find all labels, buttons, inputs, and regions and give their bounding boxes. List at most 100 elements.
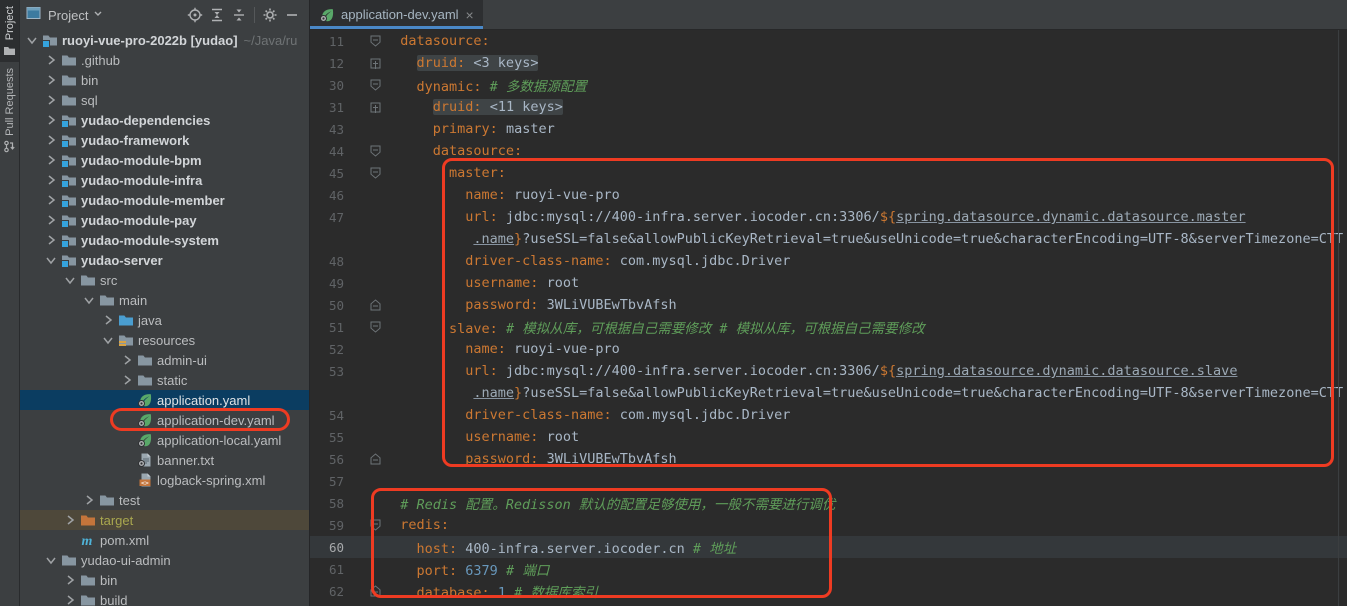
code-line-wrap[interactable]: .name}?useSSL=false&allowPublicKeyRetrie… (310, 228, 1347, 250)
code-line-53[interactable]: 53 url: jdbc:mysql://400-infra.server.io… (310, 360, 1347, 382)
chevron-right-icon[interactable] (41, 192, 60, 208)
tree-item-java[interactable]: java (20, 310, 309, 330)
code-text[interactable]: slave: # 模拟从库，可根据自己需要修改 # 模拟从库，可根据自己需要修改 (384, 317, 925, 337)
code-line-54[interactable]: 54 driver-class-name: com.mysql.jdbc.Dri… (310, 404, 1347, 426)
code-line-62[interactable]: 62 database: 1 # 数据库索引 (310, 580, 1347, 602)
tree-item-sql[interactable]: sql (20, 90, 309, 110)
tool-window-button-project[interactable]: Project (0, 0, 19, 62)
fold-collapse-icon[interactable] (344, 321, 384, 333)
code-text[interactable]: url: jdbc:mysql://400-infra.server.iocod… (384, 209, 1246, 225)
chevron-right-icon[interactable] (41, 52, 60, 68)
code-text[interactable]: password: 3WLiVUBEwTbvAfsh (384, 451, 677, 467)
code-line-61[interactable]: 61 port: 6379 # 端口 (310, 558, 1347, 580)
code-text[interactable]: username: root (384, 429, 579, 445)
chevron-right-icon[interactable] (79, 492, 98, 508)
tree-item-yudao-module-member[interactable]: yudao-module-member (20, 190, 309, 210)
code-text[interactable]: name: ruoyi-vue-pro (384, 187, 620, 203)
code-line-49[interactable]: 49 username: root (310, 272, 1347, 294)
code-text[interactable]: port: 6379 # 端口 (384, 559, 549, 579)
tree-item-banner.txt[interactable]: banner.txt (20, 450, 309, 470)
editor-scrollbar[interactable] (1338, 30, 1339, 606)
code-line-47[interactable]: 47 url: jdbc:mysql://400-infra.server.io… (310, 206, 1347, 228)
tree-item-application-dev.yaml[interactable]: application-dev.yaml (20, 410, 309, 430)
tree-item-yudao-module-infra[interactable]: yudao-module-infra (20, 170, 309, 190)
chevron-down-icon[interactable] (79, 292, 98, 308)
locate-button[interactable] (184, 4, 206, 26)
tree-item-application.yaml[interactable]: application.yaml (20, 390, 309, 410)
chevron-right-icon[interactable] (117, 352, 136, 368)
code-text[interactable]: druid: <3 keys> (384, 55, 538, 71)
code-text[interactable]: primary: master (384, 121, 555, 137)
fold-collapse-icon[interactable] (344, 145, 384, 157)
code-line-57[interactable]: 57 (310, 470, 1347, 492)
code-text[interactable]: username: root (384, 275, 579, 291)
code-text[interactable]: datasource: (384, 143, 522, 159)
chevron-right-icon[interactable] (41, 232, 60, 248)
chevron-right-icon[interactable] (41, 132, 60, 148)
project-panel-title[interactable]: Project (48, 8, 88, 23)
chevron-right-icon[interactable] (60, 572, 79, 588)
code-line-30[interactable]: 30 dynamic: # 多数据源配置 (310, 74, 1347, 96)
code-text[interactable]: redis: (384, 517, 449, 533)
chevron-right-icon[interactable] (98, 312, 117, 328)
tree-item-.github[interactable]: .github (20, 50, 309, 70)
code-line-55[interactable]: 55 username: root (310, 426, 1347, 448)
code-line-59[interactable]: 59 redis: (310, 514, 1347, 536)
tree-item-src[interactable]: src (20, 270, 309, 290)
tree-item-logback-spring.xml[interactable]: <>logback-spring.xml (20, 470, 309, 490)
minus-button[interactable] (281, 4, 303, 26)
chevron-right-icon[interactable] (41, 172, 60, 188)
code-text[interactable]: password: 3WLiVUBEwTbvAfsh (384, 297, 677, 313)
chevron-right-icon[interactable] (41, 92, 60, 108)
expand-all-button[interactable] (206, 4, 228, 26)
chevron-right-icon[interactable] (41, 112, 60, 128)
code-line-51[interactable]: 51 slave: # 模拟从库，可根据自己需要修改 # 模拟从库，可根据自己需… (310, 316, 1347, 338)
property-reference-link[interactable]: .name (473, 231, 514, 247)
chevron-right-icon[interactable] (60, 592, 79, 606)
dropdown-arrow-icon[interactable] (92, 6, 104, 24)
code-text[interactable]: datasource: (384, 33, 490, 49)
fold-collapse-icon[interactable] (344, 167, 384, 179)
tree-item-yudao-ui-admin[interactable]: yudao-ui-admin (20, 550, 309, 570)
tree-item-ruoyi-vue-pro-2022b-yudao-[interactable]: ruoyi-vue-pro-2022b [yudao]~/Java/ru (20, 30, 309, 50)
code-text[interactable]: # Redis 配置。Redisson 默认的配置足够使用，一般不需要进行调优 (384, 493, 835, 513)
tree-item-admin-ui[interactable]: admin-ui (20, 350, 309, 370)
editor-tab-application-dev.yaml[interactable]: application-dev.yaml× (310, 0, 483, 29)
code-text[interactable]: database: 1 # 数据库索引 (384, 581, 598, 601)
chevron-down-icon[interactable] (41, 552, 60, 568)
chevron-down-icon[interactable] (22, 32, 41, 48)
tree-item-yudao-server[interactable]: yudao-server (20, 250, 309, 270)
tree-item-static[interactable]: static (20, 370, 309, 390)
code-line-12[interactable]: 12 druid: <3 keys> (310, 52, 1347, 74)
collapse-all-button[interactable] (228, 4, 250, 26)
fold-collapse-icon[interactable] (344, 79, 384, 91)
close-icon[interactable]: × (466, 8, 474, 22)
tree-item-yudao-module-system[interactable]: yudao-module-system (20, 230, 309, 250)
tree-item-application-local.yaml[interactable]: application-local.yaml (20, 430, 309, 450)
chevron-right-icon[interactable] (60, 512, 79, 528)
tree-item-yudao-dependencies[interactable]: yudao-dependencies (20, 110, 309, 130)
code-text[interactable]: driver-class-name: com.mysql.jdbc.Driver (384, 253, 790, 269)
code-text[interactable]: driver-class-name: com.mysql.jdbc.Driver (384, 407, 790, 423)
code-line-50[interactable]: 50 password: 3WLiVUBEwTbvAfsh (310, 294, 1347, 316)
chevron-down-icon[interactable] (41, 252, 60, 268)
code-line-48[interactable]: 48 driver-class-name: com.mysql.jdbc.Dri… (310, 250, 1347, 272)
code-line-45[interactable]: 45 master: (310, 162, 1347, 184)
code-text[interactable]: host: 400-infra.server.iocoder.cn # 地址 (384, 537, 736, 557)
folded-region[interactable]: druid: <3 keys> (417, 55, 539, 71)
code-line-wrap[interactable]: .name}?useSSL=false&allowPublicKeyRetrie… (310, 382, 1347, 404)
fold-collapse-icon[interactable] (344, 299, 384, 311)
code-text[interactable]: master: (384, 165, 506, 181)
tree-item-bin[interactable]: bin (20, 570, 309, 590)
tree-item-resources[interactable]: resources (20, 330, 309, 350)
code-line-46[interactable]: 46 name: ruoyi-vue-pro (310, 184, 1347, 206)
tree-item-yudao-module-pay[interactable]: yudao-module-pay (20, 210, 309, 230)
fold-collapse-icon[interactable] (344, 453, 384, 465)
code-text[interactable]: name: ruoyi-vue-pro (384, 341, 620, 357)
tree-item-pom.xml[interactable]: mpom.xml (20, 530, 309, 550)
fold-expand-icon[interactable] (344, 102, 384, 113)
code-line-31[interactable]: 31 druid: <11 keys> (310, 96, 1347, 118)
code-text[interactable]: .name}?useSSL=false&allowPublicKeyRetrie… (384, 385, 1343, 401)
chevron-right-icon[interactable] (117, 372, 136, 388)
code-viewport[interactable]: 11 datasource:12 druid: <3 keys>30 dynam… (310, 30, 1347, 606)
